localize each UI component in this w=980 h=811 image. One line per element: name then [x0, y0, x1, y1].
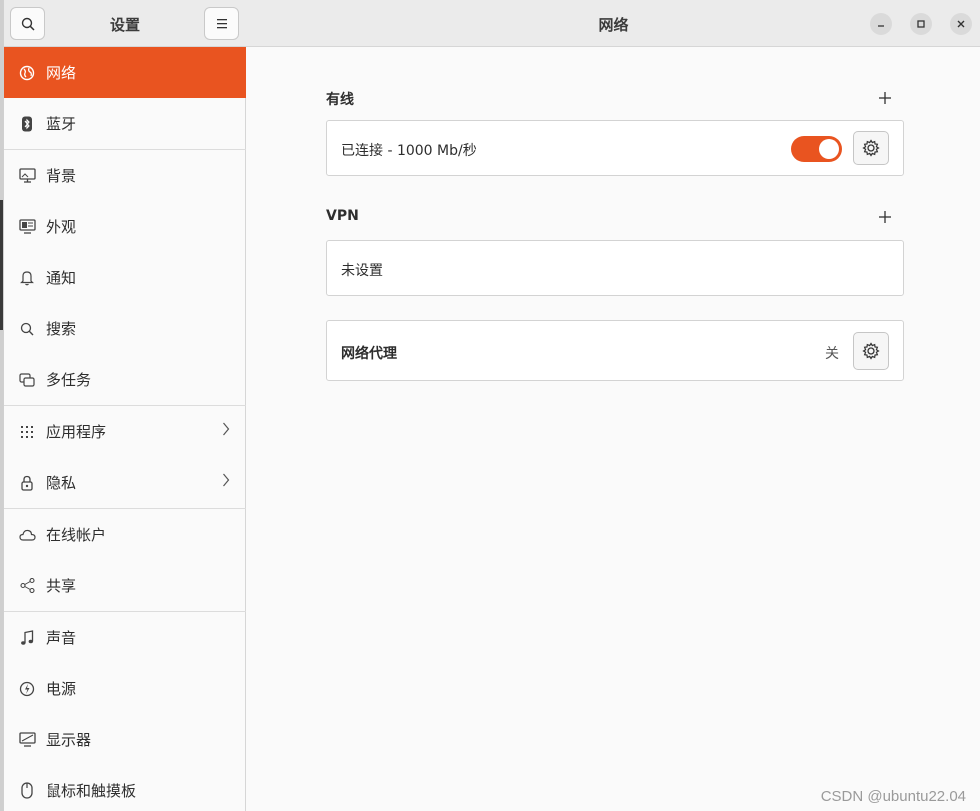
sidebar-item-network[interactable]: 网络 — [4, 47, 246, 98]
share-icon — [18, 577, 36, 595]
settings-window: 设置 网络 蓝牙 背景 外观 通知 搜索 多任务 应用程序 隐私 在线帐户 共享… — [3, 0, 980, 811]
sidebar-nav: 网络 蓝牙 背景 外观 通知 搜索 多任务 应用程序 隐私 在线帐户 共享 声音… — [4, 47, 246, 811]
chevron-right-icon — [222, 422, 230, 440]
toggle-knob — [819, 139, 839, 159]
sidebar-item-label: 通知 — [46, 269, 77, 287]
maximize-icon — [917, 20, 925, 28]
gear-icon — [862, 342, 880, 360]
sidebar-item-bluetooth[interactable]: 蓝牙 — [4, 98, 246, 149]
watermark: CSDN @ubuntu22.04 — [820, 788, 966, 805]
sidebar-item-label: 搜索 — [46, 320, 77, 338]
sidebar-item-multitasking[interactable]: 多任务 — [4, 354, 246, 405]
music-note-icon — [18, 629, 36, 647]
mouse-icon — [18, 782, 36, 800]
sidebar-item-mouse-touchpad[interactable]: 鼠标和触摸板 — [4, 765, 246, 811]
display-icon — [18, 731, 36, 749]
sidebar-item-sound[interactable]: 声音 — [4, 612, 246, 663]
wired-settings-button[interactable] — [853, 131, 889, 165]
sidebar-item-label: 在线帐户 — [46, 526, 107, 544]
sidebar-item-notifications[interactable]: 通知 — [4, 252, 246, 303]
apps-grid-icon — [18, 423, 36, 441]
sidebar-item-label: 应用程序 — [46, 423, 107, 441]
cloud-icon — [18, 526, 36, 544]
sidebar-item-label: 显示器 — [46, 731, 92, 749]
minimize-icon — [878, 25, 884, 27]
proxy-card[interactable]: 网络代理 关 — [326, 320, 904, 381]
sidebar-item-label: 多任务 — [46, 371, 92, 389]
sidebar: 设置 网络 蓝牙 背景 外观 通知 搜索 多任务 应用程序 隐私 在线帐户 共享… — [4, 0, 246, 811]
appearance-icon — [18, 218, 36, 236]
wired-toggle[interactable] — [791, 136, 842, 162]
sidebar-item-label: 声音 — [46, 629, 77, 647]
sidebar-item-label: 网络 — [46, 64, 77, 82]
globe-icon — [18, 64, 36, 82]
minimize-button[interactable] — [870, 13, 892, 35]
sidebar-item-label: 电源 — [46, 680, 77, 698]
sidebar-item-label: 鼠标和触摸板 — [46, 782, 137, 800]
hamburger-menu-icon — [216, 18, 227, 28]
sidebar-item-privacy[interactable]: 隐私 — [4, 457, 246, 508]
sidebar-item-label: 背景 — [46, 167, 77, 185]
sidebar-item-search[interactable]: 搜索 — [4, 303, 246, 354]
sidebar-item-appearance[interactable]: 外观 — [4, 201, 246, 252]
network-panel: 有线 已连接 - 1000 Mb/秒 VPN 未设置 网络代理 关 — [246, 48, 980, 811]
plus-icon — [879, 92, 891, 104]
close-button[interactable] — [950, 13, 972, 35]
search-icon — [18, 320, 36, 338]
sidebar-item-label: 隐私 — [46, 474, 77, 492]
wired-status: 已连接 - 1000 Mb/秒 — [341, 143, 477, 159]
multitask-icon — [18, 371, 36, 389]
vpn-card: 未设置 — [326, 240, 904, 296]
sidebar-item-sharing[interactable]: 共享 — [4, 560, 246, 611]
close-icon — [957, 20, 965, 28]
vpn-section-title: VPN — [326, 208, 359, 224]
plus-icon — [879, 211, 891, 223]
add-vpn-button[interactable] — [878, 209, 892, 223]
bell-icon — [18, 269, 36, 287]
sidebar-item-online-accounts[interactable]: 在线帐户 — [4, 509, 246, 560]
menu-button[interactable] — [204, 7, 239, 40]
sidebar-header: 设置 — [4, 0, 246, 47]
power-icon — [18, 680, 36, 698]
sidebar-item-label: 外观 — [46, 218, 77, 236]
sidebar-item-label: 蓝牙 — [46, 115, 77, 133]
maximize-button[interactable] — [910, 13, 932, 35]
add-wired-button[interactable] — [878, 90, 892, 104]
sidebar-item-power[interactable]: 电源 — [4, 663, 246, 714]
vpn-status: 未设置 — [341, 263, 383, 279]
lock-icon — [18, 474, 36, 492]
proxy-label: 网络代理 — [341, 346, 397, 362]
sidebar-item-label: 共享 — [46, 577, 77, 595]
chevron-right-icon — [222, 473, 230, 491]
bluetooth-icon — [18, 115, 36, 133]
wired-section-title: 有线 — [326, 92, 354, 108]
proxy-state: 关 — [825, 346, 839, 362]
proxy-settings-button[interactable] — [853, 332, 889, 370]
sidebar-item-background[interactable]: 背景 — [4, 150, 246, 201]
main-header: 网络 — [246, 0, 980, 47]
sidebar-item-displays[interactable]: 显示器 — [4, 714, 246, 765]
wired-connection-card: 已连接 - 1000 Mb/秒 — [326, 120, 904, 176]
monitor-icon — [18, 167, 36, 185]
gear-icon — [862, 139, 880, 157]
sidebar-item-applications[interactable]: 应用程序 — [4, 406, 246, 457]
